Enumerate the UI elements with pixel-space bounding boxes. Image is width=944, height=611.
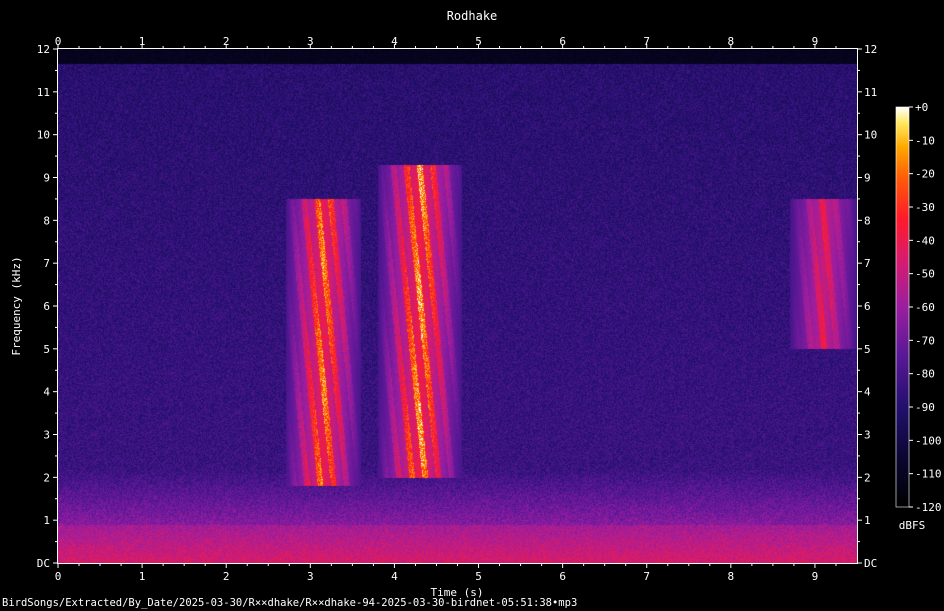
y-tick-label: 9 — [43, 172, 50, 185]
x-axis-top: 0 1 2 3 4 5 6 7 8 9 — [55, 35, 837, 49]
y-tick-label-right: 8 — [864, 214, 871, 227]
y-tick-label: 1 — [43, 514, 50, 527]
y-tick-label: 5 — [43, 343, 50, 356]
x-tick-label: 1 — [139, 570, 146, 583]
colorbar-tick-label: -120 — [915, 501, 942, 514]
y-tick-label: 12 — [37, 43, 50, 56]
x-tick-label: 5 — [475, 570, 482, 583]
x-tick-label: 2 — [223, 570, 230, 583]
x-tick-label-top: 3 — [307, 35, 314, 48]
colorbar-tick-label: +0 — [915, 101, 928, 114]
y-tick-label-right: 10 — [864, 129, 877, 142]
colorbar-label: dBFS — [899, 519, 926, 532]
spectrogram-plot — [57, 48, 858, 564]
x-tick-label-top: 1 — [139, 35, 146, 48]
x-tick-label: 4 — [391, 570, 398, 583]
chart-title: Rodhake — [447, 9, 498, 23]
x-tick-label: 9 — [812, 570, 819, 583]
y-tick-label: 2 — [43, 471, 50, 484]
y-tick-label: 8 — [43, 214, 50, 227]
x-tick-label: 0 — [55, 570, 62, 583]
spectrogram-image — [58, 49, 857, 563]
y-tick-label: 3 — [43, 429, 50, 442]
y-tick-label-right: 11 — [864, 86, 877, 99]
x-tick-label-top: 7 — [643, 35, 650, 48]
colorbar-ticks: +0 -10 -20 -30 -40 -50 -60 -70 -80 -90 -100 -110 -12… — [909, 101, 942, 514]
x-tick-label-top: 5 — [475, 35, 482, 48]
file-path: BirdSongs/Extracted/By_Date/2025-03-30/R… — [2, 597, 578, 609]
x-tick-label-top: 9 — [812, 35, 819, 48]
y-axis-right: DC123456789101112 — [857, 43, 877, 570]
colorbar-tick-label: -90 — [915, 401, 935, 414]
y-axis-label: Frequency (kHz) — [10, 256, 23, 355]
x-tick-label-top: 6 — [559, 35, 566, 48]
colorbar-gradient — [895, 106, 910, 508]
y-tick-label: 7 — [43, 257, 50, 270]
y-tick-label-right: DC — [864, 557, 877, 570]
y-tick-label-right: 7 — [864, 257, 871, 270]
colorbar-tick-label: -70 — [915, 334, 935, 347]
y-tick-label: 6 — [43, 300, 50, 313]
y-tick-label-right: 2 — [864, 471, 871, 484]
x-tick-label: 6 — [559, 570, 566, 583]
y-tick-label-right: 9 — [864, 172, 871, 185]
y-tick-label-right: 3 — [864, 429, 871, 442]
x-axis-bottom: 0 1 2 3 4 5 6 7 8 9 — [55, 563, 837, 583]
colorbar-tick-label: -100 — [915, 434, 942, 447]
colorbar-tick-label: -60 — [915, 301, 935, 314]
colorbar-tick-label: -20 — [915, 168, 935, 181]
x-tick-label-top: 2 — [223, 35, 230, 48]
y-tick-label: 10 — [37, 129, 50, 142]
y-tick-label-right: 5 — [864, 343, 871, 356]
y-tick-label: 4 — [43, 386, 50, 399]
y-tick-label: 11 — [37, 86, 50, 99]
colorbar-tick-label: -50 — [915, 268, 935, 281]
y-tick-label: DC — [37, 557, 50, 570]
colorbar-tick-label: -10 — [915, 134, 935, 147]
y-tick-label-right: 1 — [864, 514, 871, 527]
x-tick-label-top: 0 — [55, 35, 62, 48]
colorbar-tick-label: -110 — [915, 468, 942, 481]
x-tick-label: 7 — [643, 570, 650, 583]
x-tick-label: 8 — [728, 570, 735, 583]
colorbar: +0 -10 -20 -30 -40 -50 -60 -70 -80 -90 -100 -110 -12… — [895, 101, 942, 532]
y-axis-left: DC123456789101112 — [37, 43, 58, 570]
spectrogram-figure: Rodhake 0123456789 0123456789 DC12345678… — [10, 9, 942, 599]
colorbar-tick-label: -40 — [915, 234, 935, 247]
colorbar-tick-label: -30 — [915, 201, 935, 214]
x-tick-label: 3 — [307, 570, 314, 583]
y-tick-label-right: 6 — [864, 300, 871, 313]
y-tick-label-right: 12 — [864, 43, 877, 56]
x-tick-label-top: 8 — [728, 35, 735, 48]
colorbar-tick-label: -80 — [915, 368, 935, 381]
y-tick-label-right: 4 — [864, 386, 871, 399]
x-tick-label-top: 4 — [391, 35, 398, 48]
